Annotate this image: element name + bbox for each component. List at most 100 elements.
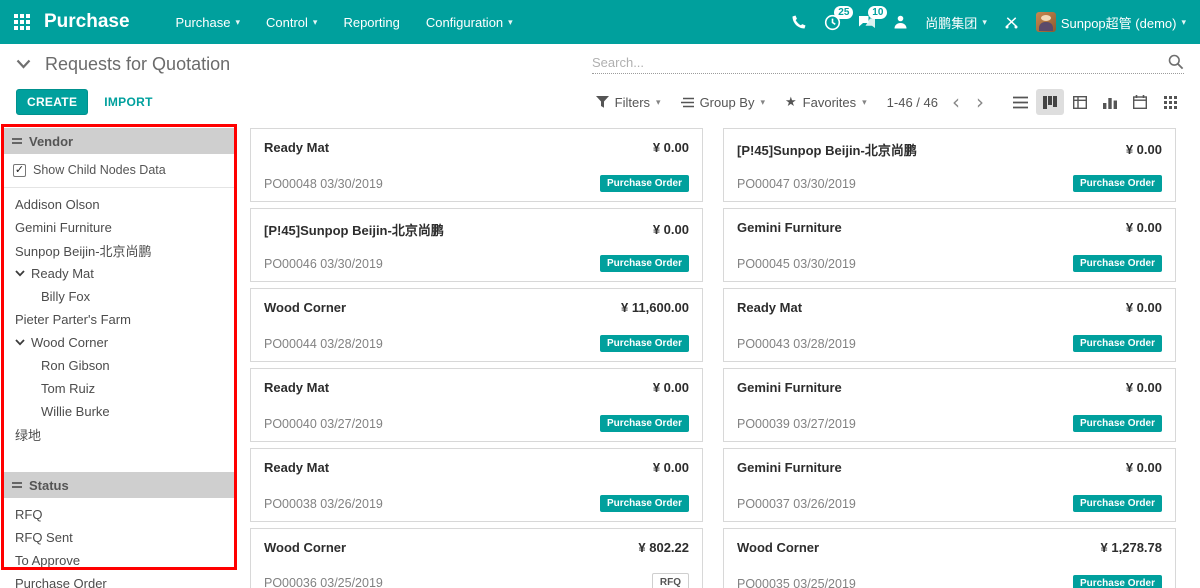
search-input[interactable]: [592, 55, 1168, 70]
card-status-badge: Purchase Order: [1073, 495, 1162, 512]
status-filter-item[interactable]: RFQ: [3, 503, 237, 526]
card-status-badge: Purchase Order: [600, 335, 689, 352]
caret-down-icon: ▾: [1181, 17, 1186, 28]
card-amount: ¥ 1,278.78: [1101, 540, 1162, 555]
status-filter-item[interactable]: To Approve: [3, 549, 237, 572]
graph-view-icon[interactable]: [1096, 89, 1124, 115]
status-filter-label: Purchase Order: [15, 576, 107, 588]
vendor-filter-item[interactable]: Sunpop Beijin-北京尚鹏: [3, 239, 237, 262]
card-vendor: Ready Mat: [264, 380, 329, 395]
kanban-card[interactable]: Ready Mat¥ 0.00 PO00038 03/26/2019Purcha…: [250, 448, 703, 522]
user-menu[interactable]: Sunpop超管 (demo) ▾: [1036, 12, 1186, 32]
status-filter-label: To Approve: [15, 553, 80, 568]
kanban-card[interactable]: Ready Mat¥ 0.00 PO00048 03/30/2019Purcha…: [250, 128, 703, 202]
vendor-filter-label: Tom Ruiz: [41, 381, 95, 396]
kanban-card[interactable]: Ready Mat¥ 0.00 PO00043 03/28/2019Purcha…: [723, 288, 1176, 362]
filter-funnel-icon: [596, 96, 609, 108]
card-reference: PO00046 03/30/2019: [264, 257, 383, 271]
pager-previous-button[interactable]: ‹: [950, 95, 962, 109]
messages-count-badge: 10: [868, 6, 887, 19]
activities-count-badge: 25: [834, 6, 853, 19]
group-by-button[interactable]: Group By ▾: [681, 95, 765, 110]
chevron-down-icon[interactable]: [15, 270, 25, 277]
section-bars-icon: [12, 138, 22, 144]
show-child-nodes-label: Show Child Nodes Data: [33, 163, 166, 177]
card-status-badge: Purchase Order: [600, 495, 689, 512]
kanban-card[interactable]: Gemini Furniture¥ 0.00 PO00037 03/26/201…: [723, 448, 1176, 522]
pager-range: 1-46 / 46: [887, 95, 938, 110]
vendor-filter-child-item[interactable]: Willie Burke: [3, 400, 237, 423]
vendor-filter-item[interactable]: Gemini Furniture: [3, 216, 237, 239]
status-filter-item[interactable]: Purchase Order: [3, 572, 237, 588]
app-title[interactable]: Purchase: [44, 11, 130, 33]
caret-down-icon: ▾: [656, 97, 661, 108]
card-status-badge: Purchase Order: [600, 175, 689, 192]
search-icon[interactable]: [1168, 54, 1184, 70]
menu-control[interactable]: Control ▾: [256, 9, 327, 36]
vendor-filter-item[interactable]: 绿地: [3, 423, 237, 446]
caret-down-icon: ▾: [313, 17, 318, 28]
pager-next-button[interactable]: ›: [974, 95, 986, 109]
activities-clock-icon[interactable]: 25: [824, 14, 841, 31]
vendor-filter-item[interactable]: Addison Olson: [3, 193, 237, 216]
card-status-badge: Purchase Order: [1073, 415, 1162, 432]
phone-icon[interactable]: [791, 14, 807, 30]
card-vendor: [P!45]Sunpop Beijin-北京尚鹏: [737, 140, 917, 159]
kanban-card[interactable]: [P!45]Sunpop Beijin-北京尚鹏 ¥ 0.00 PO00046 0…: [250, 208, 703, 282]
chevron-down-icon[interactable]: [15, 339, 25, 346]
user-switch-icon[interactable]: [893, 14, 908, 30]
vendor-filter-item[interactable]: Pieter Parter's Farm: [3, 308, 237, 331]
vendor-filter-child-item[interactable]: Tom Ruiz: [3, 377, 237, 400]
show-child-nodes-checkbox[interactable]: ✓ Show Child Nodes Data: [3, 154, 237, 188]
chevron-down-icon[interactable]: [16, 59, 31, 69]
scissors-icon[interactable]: [1004, 15, 1019, 30]
card-reference: PO00044 03/28/2019: [264, 337, 383, 351]
kanban-view-icon[interactable]: [1036, 89, 1064, 115]
kanban-card[interactable]: Gemini Furniture¥ 0.00 PO00045 03/30/201…: [723, 208, 1176, 282]
menu-reporting[interactable]: Reporting: [333, 9, 409, 36]
pivot-view-icon[interactable]: [1066, 89, 1094, 115]
vendor-filter-item-expanded[interactable]: Wood Corner: [3, 331, 237, 354]
card-status-badge: RFQ: [652, 573, 689, 588]
card-reference: PO00047 03/30/2019: [737, 177, 856, 191]
status-filter-label: RFQ Sent: [15, 530, 73, 545]
kanban-card[interactable]: Gemini Furniture¥ 0.00 PO00039 03/27/201…: [723, 368, 1176, 442]
vendor-filter-label: Gemini Furniture: [15, 220, 112, 235]
kanban-card[interactable]: Ready Mat¥ 0.00 PO00040 03/27/2019Purcha…: [250, 368, 703, 442]
vendor-filter-item-expanded[interactable]: Ready Mat: [3, 262, 237, 285]
status-filter-item[interactable]: RFQ Sent: [3, 526, 237, 549]
calendar-view-icon[interactable]: [1126, 89, 1154, 115]
card-amount: ¥ 0.00: [653, 460, 689, 475]
caret-down-icon: ▾: [862, 97, 867, 108]
apps-menu-icon[interactable]: [14, 14, 30, 30]
menu-configuration[interactable]: Configuration ▾: [416, 9, 523, 36]
menu-purchase[interactable]: Purchase ▾: [166, 9, 250, 36]
create-button[interactable]: CREATE: [16, 89, 88, 115]
card-vendor: [P!45]Sunpop Beijin-北京尚鹏: [264, 220, 444, 239]
kanban-card[interactable]: Wood Corner¥ 11,600.00 PO00044 03/28/201…: [250, 288, 703, 362]
kanban-card[interactable]: Wood Corner¥ 1,278.78 PO00035 03/25/2019…: [723, 528, 1176, 588]
card-status-badge: Purchase Order: [600, 255, 689, 272]
activity-view-icon[interactable]: [1156, 89, 1184, 115]
vendor-filter-label: Sunpop Beijin-北京尚鹏: [15, 241, 152, 260]
vendor-filter-child-item[interactable]: Billy Fox: [3, 285, 237, 308]
star-icon: ★: [785, 94, 797, 110]
messages-icon[interactable]: 10: [858, 14, 876, 30]
pager: 1-46 / 46 ‹ ›: [887, 95, 986, 110]
card-amount: ¥ 11,600.00: [621, 300, 689, 315]
card-amount: ¥ 0.00: [653, 222, 689, 237]
filters-button[interactable]: Filters ▾: [596, 95, 661, 110]
import-button[interactable]: IMPORT: [104, 95, 152, 109]
vendor-filter-child-item[interactable]: Ron Gibson: [3, 354, 237, 377]
kanban-card[interactable]: Wood Corner¥ 802.22 PO00036 03/25/2019RF…: [250, 528, 703, 588]
control-panel: CREATE IMPORT Filters ▾ Group By ▾ ★ Fav…: [0, 84, 1200, 120]
company-name: 尚鹏集团: [925, 13, 977, 32]
list-view-icon[interactable]: [1006, 89, 1034, 115]
card-status-badge: Purchase Order: [1073, 255, 1162, 272]
card-vendor: Ready Mat: [737, 300, 802, 315]
status-section-header: Status: [3, 472, 237, 498]
card-status-badge: Purchase Order: [1073, 575, 1162, 588]
favorites-button[interactable]: ★ Favorites ▾: [785, 94, 867, 110]
company-menu[interactable]: 尚鹏集团 ▾: [925, 13, 987, 32]
kanban-card[interactable]: [P!45]Sunpop Beijin-北京尚鹏¥ 0.00 PO00047 0…: [723, 128, 1176, 202]
